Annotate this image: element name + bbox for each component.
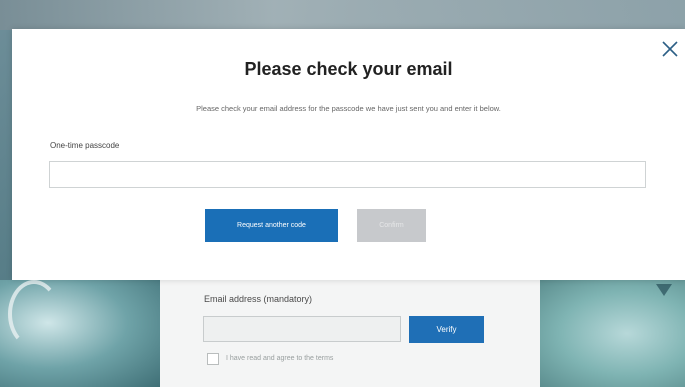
email-verification-modal: Please check your email Please check you…: [12, 29, 685, 280]
email-label: Email address (mandatory): [204, 294, 313, 304]
close-button[interactable]: [660, 39, 680, 59]
passcode-input[interactable]: [49, 161, 646, 188]
passcode-label: One-time passcode: [50, 141, 120, 150]
terms-checkbox-label: I have read and agree to the terms: [226, 355, 334, 362]
background-chevron-icon: [656, 284, 672, 296]
modal-title: Please check your email: [244, 59, 453, 79]
background-image-right: [540, 280, 685, 387]
request-another-code-button[interactable]: Request another code: [205, 209, 338, 242]
terms-checkbox[interactable]: [207, 353, 219, 365]
modal-description: Please check your email address for the …: [196, 104, 501, 113]
email-field[interactable]: [203, 316, 401, 342]
page: Email address (mandatory) Verify I have …: [0, 0, 685, 387]
verify-button[interactable]: Verify: [409, 316, 484, 343]
background-decoration: [8, 280, 60, 348]
confirm-button[interactable]: Confirm: [357, 209, 426, 242]
background-header: [0, 0, 685, 30]
close-icon: [662, 41, 678, 57]
